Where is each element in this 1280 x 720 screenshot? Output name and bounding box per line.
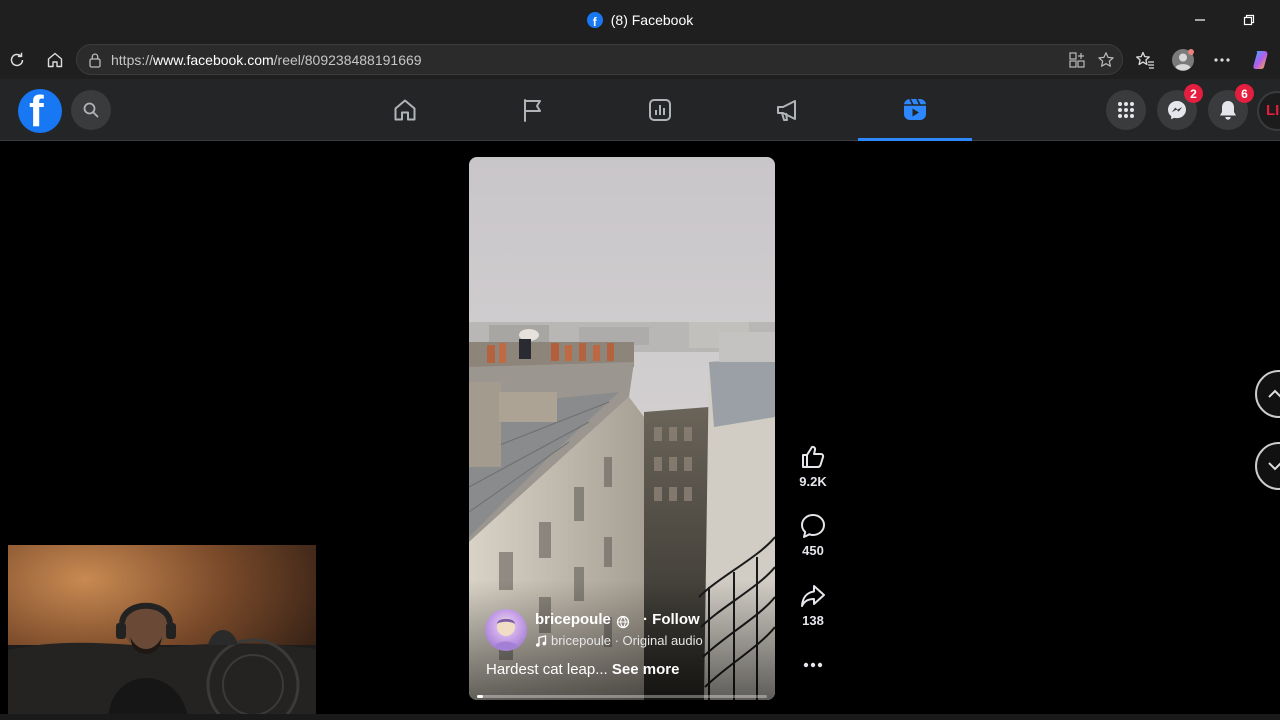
author-avatar[interactable] [485,609,527,651]
reels-icon [904,98,926,120]
browser-toolbar: https://www.facebook.com/reel/8092384881… [0,40,1280,79]
copilot-icon[interactable] [1249,48,1273,72]
reel-audio[interactable]: bricepoule · Original audio [535,633,703,648]
reel-caption: Hardest cat leap... See more [486,661,679,678]
chevron-up-icon [1268,389,1280,398]
more-reel-options[interactable] [796,656,830,674]
see-more-link[interactable]: See more [612,661,680,678]
share-action[interactable]: 138 [796,582,830,628]
home-icon [394,99,416,121]
tab-reels[interactable] [858,79,972,141]
tab-dashboard[interactable] [603,79,717,141]
browser-profile-avatar[interactable] [1171,48,1195,72]
favorites-icon[interactable] [1133,48,1157,72]
account-avatar-initials: LI [1266,102,1280,119]
chevron-down-icon [1268,462,1280,471]
app-available-icon[interactable] [1067,50,1087,70]
refresh-icon[interactable] [6,49,28,71]
music-note-icon [536,634,547,647]
previous-reel-button[interactable] [1255,370,1280,418]
search-icon [83,102,99,118]
window-title-area: f (8) Facebook [0,0,1280,40]
browser-titlebar: f (8) Facebook [0,0,1280,40]
messenger-button[interactable]: 2 [1157,84,1203,130]
facebook-logo-letter: f [29,89,44,134]
notifications-button[interactable]: 6 [1208,84,1254,130]
follow-button[interactable]: · Follow [643,611,700,628]
home-browser-icon[interactable] [44,49,66,71]
address-bar[interactable]: https://www.facebook.com/reel/8092384881… [76,44,1123,75]
messenger-icon [1168,101,1186,120]
grid-menu-icon [1118,102,1134,118]
like-icon[interactable] [799,443,827,471]
webcam-image [8,545,316,717]
chart-icon [649,99,671,121]
comment-count: 450 [802,543,824,558]
caption-text: Hardest cat leap... [486,661,608,678]
facebook-logo[interactable]: f [18,89,62,133]
reel-author: bricepoule · Follow bricepoule · Origina… [485,608,765,652]
url-domain: www.facebook.com [153,52,274,68]
tab-ads[interactable] [731,79,845,141]
like-action[interactable]: 9.2K [796,443,830,489]
menu-button[interactable] [1106,90,1146,130]
flag-icon [524,99,541,122]
author-name[interactable]: bricepoule [535,611,611,628]
facebook-favicon-icon: f [586,12,603,28]
url-path: /reel/809238488191669 [273,52,422,68]
reel-video[interactable]: bricepoule · Follow bricepoule · Origina… [469,157,775,700]
share-icon[interactable] [799,582,827,610]
url-text[interactable]: https://www.facebook.com/reel/8092384881… [111,52,422,68]
facebook-header: f 2 6 [0,79,1280,141]
lock-icon[interactable] [85,50,105,70]
favorite-star-icon[interactable] [1096,50,1116,70]
restore-button[interactable] [1239,10,1259,30]
share-count: 138 [802,613,824,628]
like-count: 9.2K [799,474,827,489]
bell-icon [1220,101,1236,120]
more-options-icon[interactable] [1210,48,1234,72]
tab-home[interactable] [348,79,462,141]
comment-icon[interactable] [799,512,827,540]
reel-progress-fill [477,695,483,698]
megaphone-icon [777,100,796,121]
url-prefix: https:// [111,52,154,68]
next-reel-button[interactable] [1255,442,1280,490]
more-dots-icon[interactable] [802,656,824,674]
window-title: (8) Facebook [610,12,694,28]
audio-label: bricepoule · Original audio [551,633,703,648]
comment-action[interactable]: 450 [796,512,830,558]
tab-pages[interactable] [476,79,590,141]
notifications-badge: 6 [1235,84,1254,103]
search-button[interactable] [71,90,111,130]
globe-icon [616,615,630,629]
reel-progress-bar[interactable] [477,695,767,698]
page-bottom-edge [0,714,1280,720]
messenger-badge: 2 [1184,84,1203,103]
minimize-button[interactable] [1190,10,1210,30]
webcam-overlay [8,545,316,717]
